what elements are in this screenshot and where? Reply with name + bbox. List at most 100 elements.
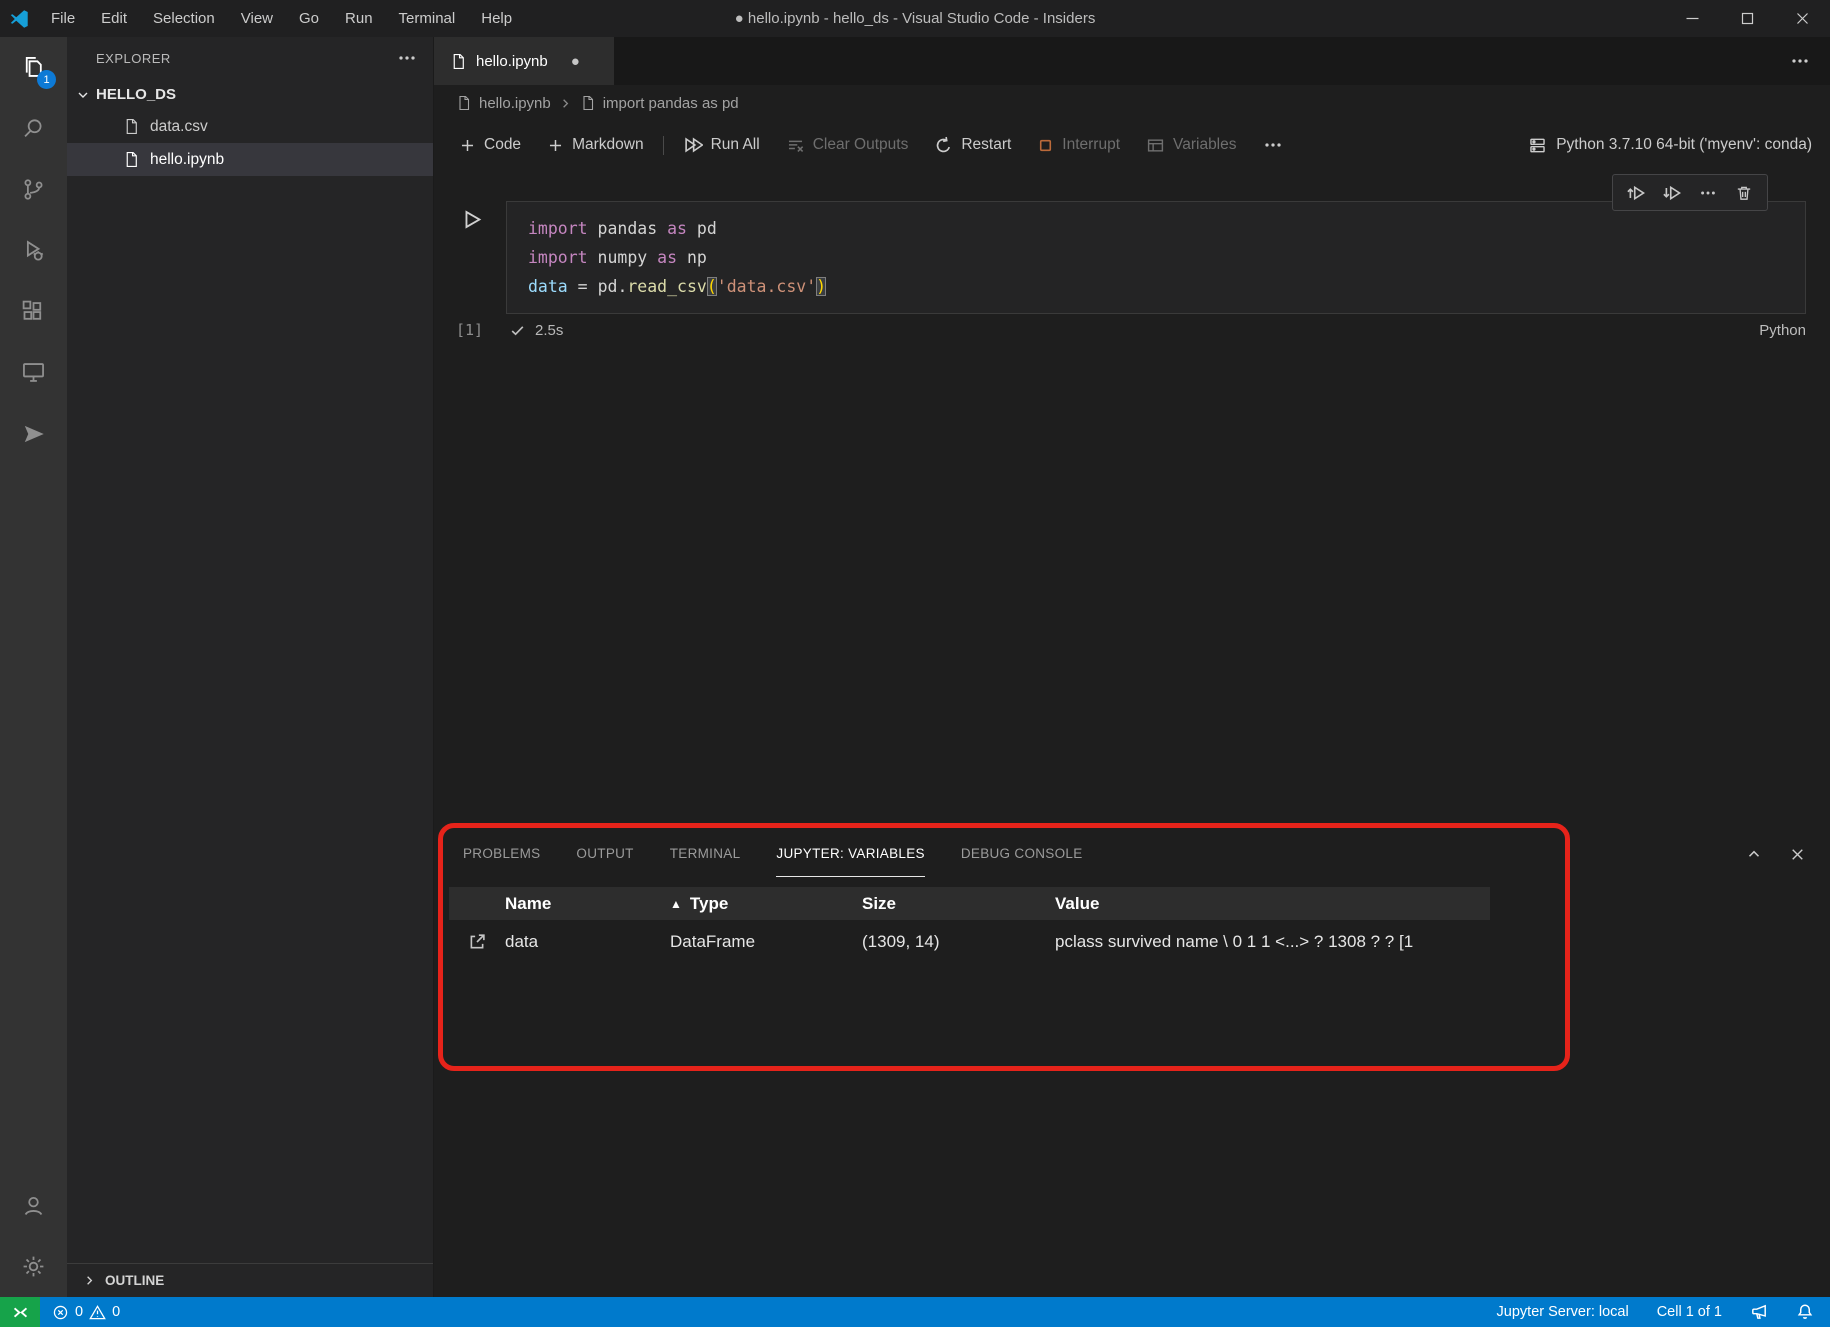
jupyter-variables-table: Name ▲ Type Size Value data DataFrame (1… bbox=[449, 887, 1490, 964]
minimize-button[interactable] bbox=[1665, 0, 1720, 37]
tab-label: hello.ipynb bbox=[476, 53, 548, 70]
activity-bar: 1 bbox=[0, 37, 67, 1297]
sort-ascending-icon: ▲ bbox=[670, 897, 682, 911]
menu-bar: File Edit Selection View Go Run Terminal… bbox=[38, 0, 525, 37]
notebook-body: [1] import pandas as pdimport numpy as n… bbox=[434, 169, 1830, 831]
run-cell-button[interactable] bbox=[460, 208, 483, 231]
file-item-hello-ipynb[interactable]: hello.ipynb bbox=[67, 143, 433, 176]
variable-value: pclass survived name \ 0 1 1 <...> ? 130… bbox=[1055, 932, 1490, 952]
close-button[interactable] bbox=[1775, 0, 1830, 37]
column-header-name[interactable]: Name bbox=[505, 894, 670, 914]
maximize-panel-chevron-up-icon[interactable] bbox=[1745, 845, 1763, 863]
toolbar-more-actions-button[interactable] bbox=[1250, 135, 1296, 155]
menu-selection[interactable]: Selection bbox=[140, 0, 228, 37]
tab-problems[interactable]: PROBLEMS bbox=[463, 831, 540, 877]
sidebar-title: EXPLORER bbox=[96, 51, 397, 66]
cell-more-actions-button[interactable] bbox=[1690, 179, 1726, 206]
menu-edit[interactable]: Edit bbox=[88, 0, 140, 37]
column-header-size[interactable]: Size bbox=[862, 894, 1055, 914]
folder-name: HELLO_DS bbox=[96, 86, 176, 103]
delete-cell-button[interactable] bbox=[1726, 179, 1762, 206]
tab-debug-console[interactable]: DEBUG CONSOLE bbox=[961, 831, 1083, 877]
folder-hello-ds[interactable]: HELLO_DS bbox=[67, 79, 433, 110]
chevron-right-icon bbox=[82, 1273, 97, 1288]
menu-help[interactable]: Help bbox=[468, 0, 525, 37]
success-check-icon bbox=[509, 322, 526, 339]
file-icon bbox=[456, 95, 472, 111]
explorer-sidebar: EXPLORER HELLO_DS data.csv hello.ipynb O… bbox=[67, 37, 434, 1297]
error-count: 0 bbox=[75, 1304, 83, 1320]
bottom-panel: PROBLEMS OUTPUT TERMINAL JUPYTER: VARIAB… bbox=[434, 831, 1830, 1297]
tab-jupyter-variables[interactable]: JUPYTER: VARIABLES bbox=[776, 831, 924, 877]
add-markdown-button[interactable]: Markdown bbox=[534, 136, 657, 154]
breadcrumb-symbol[interactable]: import pandas as pd bbox=[580, 95, 739, 112]
interrupt-button[interactable]: Interrupt bbox=[1024, 136, 1133, 154]
explorer-button[interactable]: 1 bbox=[0, 37, 67, 98]
extensions-button[interactable] bbox=[0, 281, 67, 342]
notifications-bell-icon[interactable] bbox=[1796, 1303, 1814, 1321]
notebook-file-icon bbox=[123, 151, 140, 168]
symbol-icon bbox=[580, 95, 596, 111]
chevron-right-icon bbox=[558, 96, 573, 111]
gear-icon bbox=[20, 1253, 47, 1280]
remote-indicator[interactable] bbox=[0, 1297, 40, 1327]
branch-icon bbox=[20, 176, 47, 203]
account-icon bbox=[20, 1192, 47, 1219]
file-item-data-csv[interactable]: data.csv bbox=[67, 110, 433, 143]
column-header-value[interactable]: Value bbox=[1055, 894, 1490, 914]
accounts-button[interactable] bbox=[0, 1175, 67, 1236]
sidebar-more-actions-icon[interactable] bbox=[397, 48, 417, 68]
editor-more-actions-icon[interactable] bbox=[1790, 51, 1810, 71]
breadcrumb-file[interactable]: hello.ipynb bbox=[456, 95, 551, 112]
tab-hello-ipynb[interactable]: hello.ipynb ● bbox=[434, 37, 614, 85]
tab-strip: hello.ipynb ● bbox=[434, 37, 1830, 85]
search-button[interactable] bbox=[0, 98, 67, 159]
cell-status-bar: 2.5s Python bbox=[506, 314, 1806, 346]
run-below-button[interactable] bbox=[1654, 179, 1690, 206]
run-above-button[interactable] bbox=[1618, 179, 1654, 206]
run-all-icon bbox=[683, 135, 703, 155]
outline-section-header[interactable]: OUTLINE bbox=[67, 1263, 433, 1297]
cell-position-status[interactable]: Cell 1 of 1 bbox=[1657, 1304, 1722, 1320]
menu-terminal[interactable]: Terminal bbox=[386, 0, 469, 37]
tab-terminal[interactable]: TERMINAL bbox=[670, 831, 741, 877]
feedback-megaphone-icon[interactable] bbox=[1750, 1303, 1768, 1321]
menu-file[interactable]: File bbox=[38, 0, 88, 37]
column-header-type[interactable]: ▲ Type bbox=[670, 894, 862, 914]
variables-button[interactable]: Variables bbox=[1133, 136, 1249, 155]
menu-view[interactable]: View bbox=[228, 0, 286, 37]
trash-icon bbox=[1735, 184, 1753, 202]
variable-row-data[interactable]: data DataFrame (1309, 14) pclass survive… bbox=[449, 920, 1490, 964]
kernel-picker[interactable]: Python 3.7.10 64-bit ('myenv': conda) bbox=[1528, 136, 1830, 155]
run-below-icon bbox=[1662, 183, 1682, 203]
close-panel-icon[interactable] bbox=[1789, 846, 1806, 863]
remote-explorer-button[interactable] bbox=[0, 342, 67, 403]
problems-status[interactable]: 0 0 bbox=[40, 1304, 132, 1321]
cell-language-picker[interactable]: Python bbox=[1759, 322, 1806, 339]
open-variable-icon[interactable] bbox=[467, 932, 487, 952]
jupyter-server-status[interactable]: Jupyter Server: local bbox=[1497, 1304, 1629, 1320]
restart-button[interactable]: Restart bbox=[921, 136, 1024, 155]
notebook-cell: [1] import pandas as pdimport numpy as n… bbox=[434, 201, 1830, 346]
error-icon bbox=[52, 1304, 69, 1321]
source-control-button[interactable] bbox=[0, 159, 67, 220]
code-cell-editor[interactable]: import pandas as pdimport numpy as npdat… bbox=[506, 201, 1806, 314]
run-debug-button[interactable] bbox=[0, 220, 67, 281]
editor-area: hello.ipynb ● hello.ipynb import pandas … bbox=[434, 37, 1830, 1297]
menu-go[interactable]: Go bbox=[286, 0, 332, 37]
menu-run[interactable]: Run bbox=[332, 0, 386, 37]
code-content: import pandas as pdimport numpy as npdat… bbox=[528, 214, 1805, 301]
tab-dirty-indicator[interactable]: ● bbox=[571, 53, 580, 70]
ellipsis-icon bbox=[1699, 184, 1717, 202]
restart-icon bbox=[934, 136, 953, 155]
settings-button[interactable] bbox=[0, 1236, 67, 1297]
send-arrow-icon bbox=[21, 421, 47, 447]
maximize-button[interactable] bbox=[1720, 0, 1775, 37]
clear-outputs-button[interactable]: Clear Outputs bbox=[773, 136, 922, 155]
tab-output[interactable]: OUTPUT bbox=[576, 831, 633, 877]
run-all-button[interactable]: Run All bbox=[670, 135, 773, 155]
variable-name: data bbox=[505, 932, 670, 952]
send-arrow-button[interactable] bbox=[0, 403, 67, 464]
add-code-button[interactable]: Code bbox=[446, 136, 534, 154]
window-title: ● hello.ipynb - hello_ds - Visual Studio… bbox=[735, 10, 1096, 27]
